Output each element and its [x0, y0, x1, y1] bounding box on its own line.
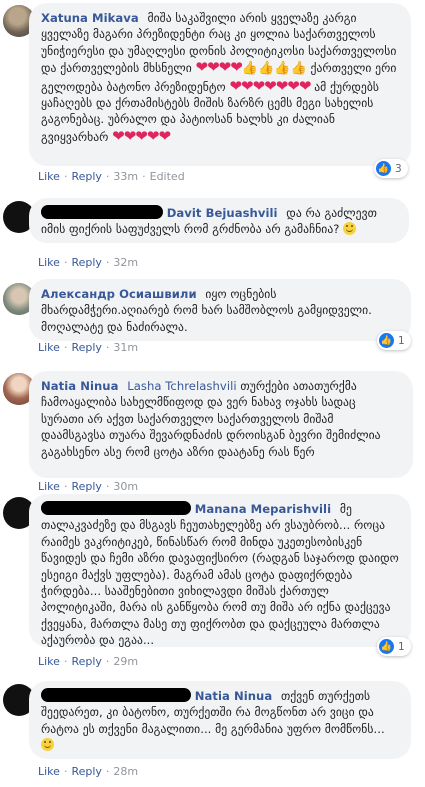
timestamp[interactable]: 29m [113, 655, 138, 668]
author-name[interactable]: Natia Ninua [41, 379, 118, 393]
author-name[interactable]: Xatuna Mikava [41, 11, 139, 25]
comment-actions: Like · Reply · 33m · Edited [38, 170, 185, 183]
comment-bubble: Manana Meparishvili მე თალაკვაძეზე და მს… [29, 494, 411, 647]
reaction-count[interactable]: 👍 1 [377, 637, 411, 656]
comment-actions: Like · Reply · 29m [38, 655, 139, 668]
like-button[interactable]: Like [38, 765, 60, 778]
thumbs-up-emoji: 👍👍👍👍 [241, 61, 307, 77]
timestamp[interactable]: 32m [113, 256, 138, 269]
comment-text: მე თალაკვაძეზე და მსგავს ჩეუთახელებზე არ… [41, 502, 399, 648]
comment-actions: Like · Reply · 30m [38, 480, 139, 493]
reply-button[interactable]: Reply [71, 170, 101, 183]
heart-emoji: ❤❤❤❤❤ [112, 126, 171, 145]
comment-actions: Like · Reply · 32m [38, 256, 139, 269]
timestamp[interactable]: 28m [113, 765, 138, 778]
reaction-count[interactable]: 👍 1 [377, 331, 411, 350]
smile-emoji [41, 738, 54, 752]
like-button[interactable]: Like [38, 655, 60, 668]
author-name[interactable]: Manana Meparishvili [195, 502, 331, 516]
comment-actions: Like · Reply · 31m [38, 341, 139, 354]
smile-emoji [343, 222, 357, 236]
heart-emoji: ❤❤❤❤ [195, 58, 243, 77]
like-button[interactable]: Like [38, 480, 60, 493]
comment-bubble: Natia Ninua Lasha Tchrelashvili თურქები … [29, 371, 413, 478]
redacted-name [41, 501, 191, 515]
timestamp[interactable]: 30m [113, 480, 138, 493]
edited-label[interactable]: Edited [150, 170, 185, 183]
heart-emoji: ❤❤❤❤❤❤❤ [229, 76, 311, 95]
comment-bubble: Александр Осиашвили იყო ოცნების მხარდამჭ… [29, 279, 411, 341]
reaction-count[interactable]: 👍 3 [374, 159, 408, 178]
like-reaction-icon: 👍 [379, 639, 394, 654]
reply-button[interactable]: Reply [71, 765, 101, 778]
mentioned-user[interactable]: Lasha Tchrelashvili [127, 379, 236, 393]
redacted-name [41, 205, 163, 219]
like-button[interactable]: Like [38, 256, 60, 269]
comment-bubble: Natia Ninua თქვენ თურქეთს შეედარეთ, კი ბ… [29, 681, 411, 759]
timestamp[interactable]: 31m [113, 341, 138, 354]
reply-button[interactable]: Reply [71, 256, 101, 269]
comment-bubble: Xatuna Mikava მიშა საკაშვილი არის ყველაზ… [29, 3, 411, 166]
redacted-name [41, 688, 191, 702]
like-reaction-icon: 👍 [376, 161, 391, 176]
author-name[interactable]: Александр Осиашвили [41, 287, 197, 301]
reply-button[interactable]: Reply [71, 480, 101, 493]
author-name[interactable]: Davit Bejuashvili [167, 206, 278, 220]
author-name[interactable]: Natia Ninua [195, 689, 272, 703]
comment-actions: Like · Reply · 28m [38, 765, 139, 778]
like-reaction-icon: 👍 [379, 333, 394, 348]
timestamp[interactable]: 33m [113, 170, 138, 183]
reply-button[interactable]: Reply [71, 341, 101, 354]
comment-bubble: Davit Bejuashvili და რა გაძლევთ იმის ფიქ… [29, 198, 409, 243]
reply-button[interactable]: Reply [71, 655, 101, 668]
like-button[interactable]: Like [38, 341, 60, 354]
like-button[interactable]: Like [38, 170, 60, 183]
